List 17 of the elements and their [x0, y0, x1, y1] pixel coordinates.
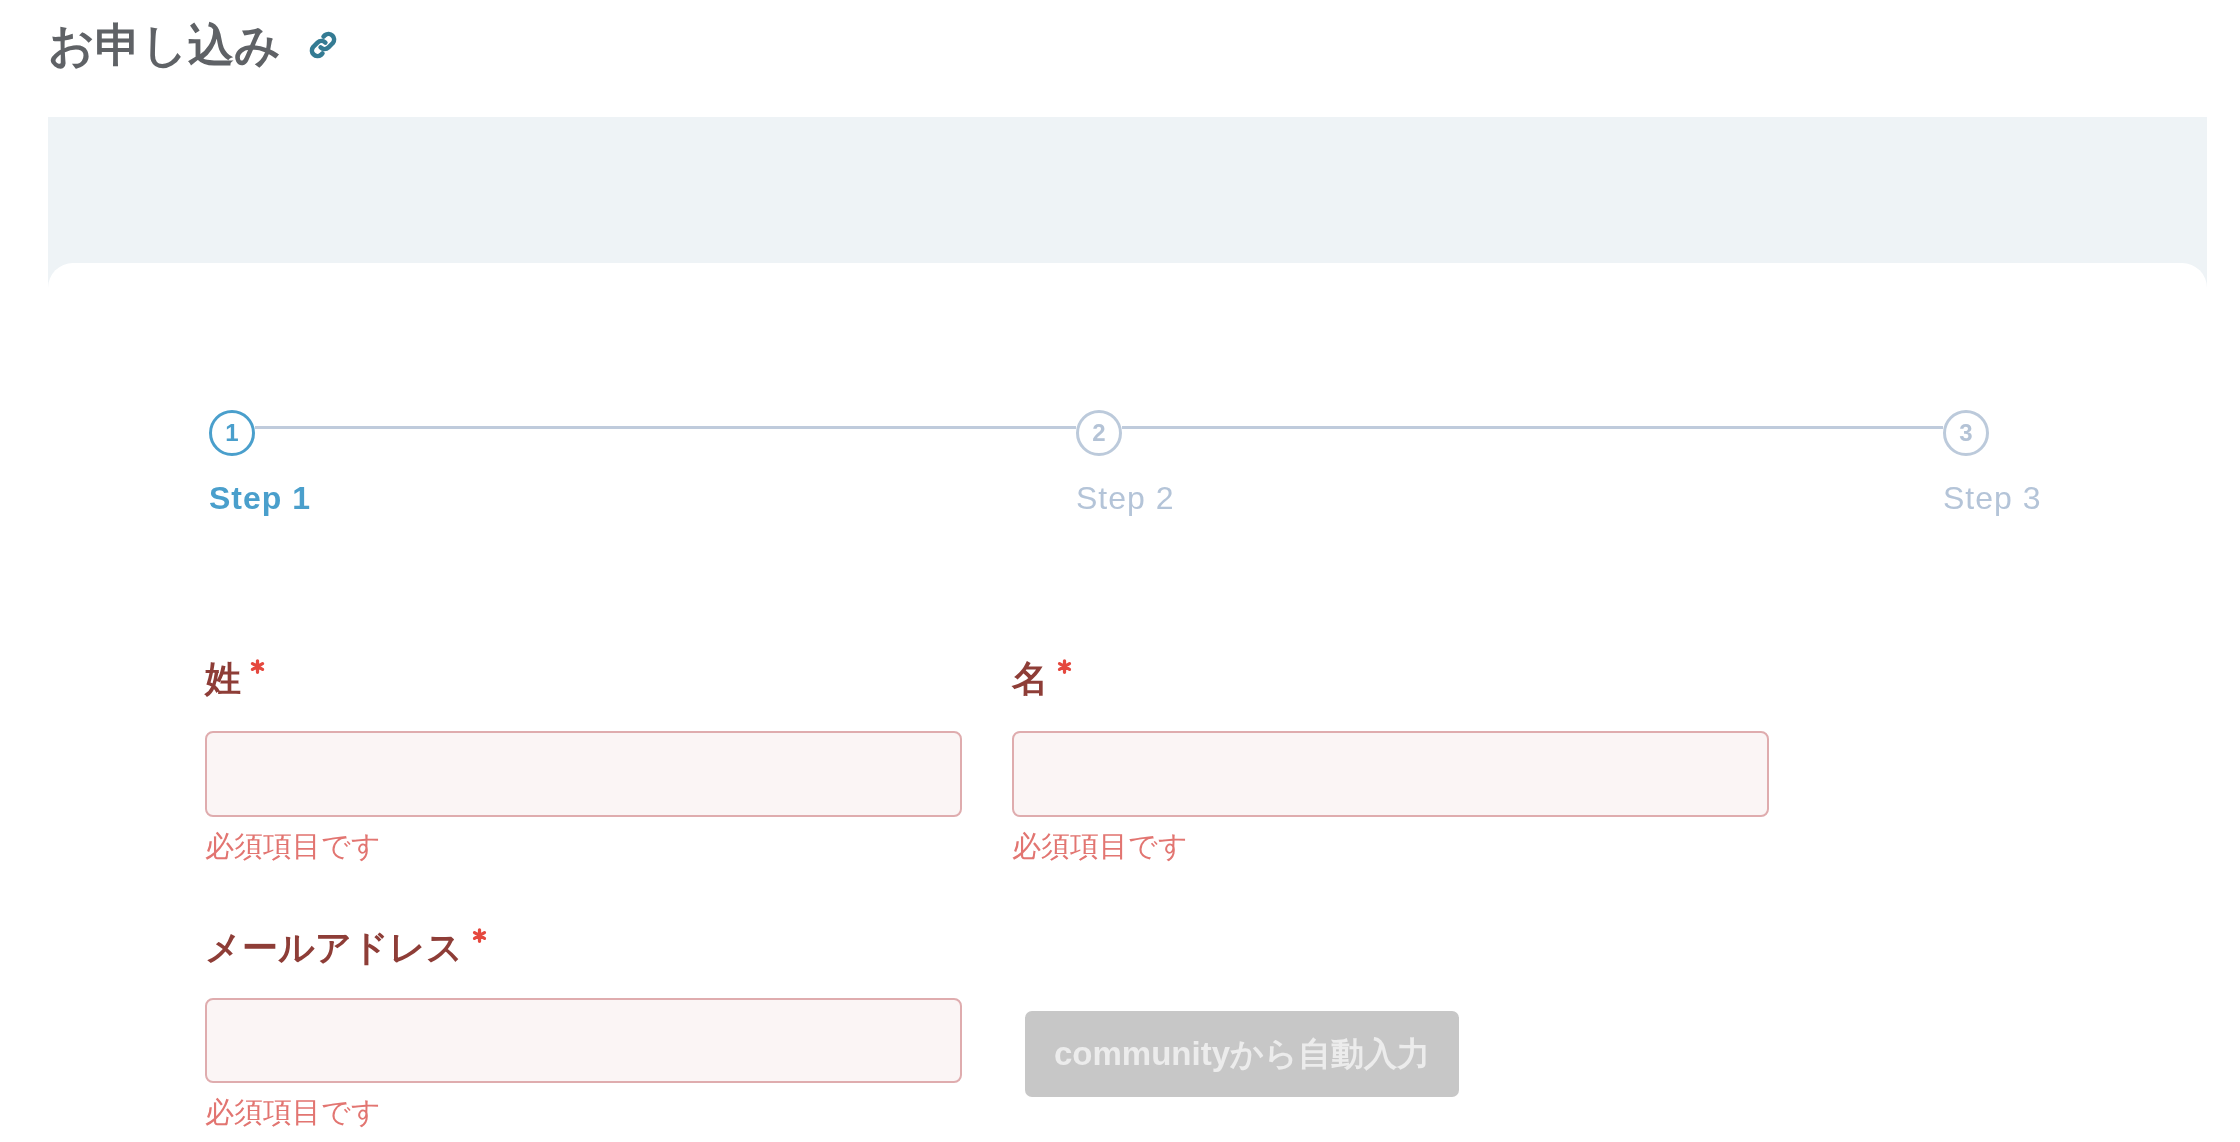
error-message: 必須項目です — [205, 1095, 381, 1130]
page-title: お申し込み — [48, 18, 281, 73]
step-label: Step 2 — [1076, 479, 1175, 518]
step-label: Step 1 — [209, 479, 312, 518]
link-icon[interactable] — [307, 29, 339, 61]
field-label: 姓 — [205, 657, 241, 701]
text-input-field[interactable] — [205, 731, 962, 817]
error-message: 必須項目です — [1012, 829, 1188, 864]
error-message: 必須項目です — [205, 829, 381, 864]
step-indicator: 1 — [209, 410, 255, 456]
text-input-field[interactable] — [205, 998, 962, 1083]
field-label: 名 — [1012, 657, 1048, 701]
field-label: メールアドレス — [205, 926, 463, 970]
step-label: Step 3 — [1943, 479, 2042, 518]
step-indicator: 2 — [1076, 410, 1122, 456]
step-indicator: 3 — [1943, 410, 1989, 456]
text-input-field[interactable] — [1012, 731, 1769, 817]
